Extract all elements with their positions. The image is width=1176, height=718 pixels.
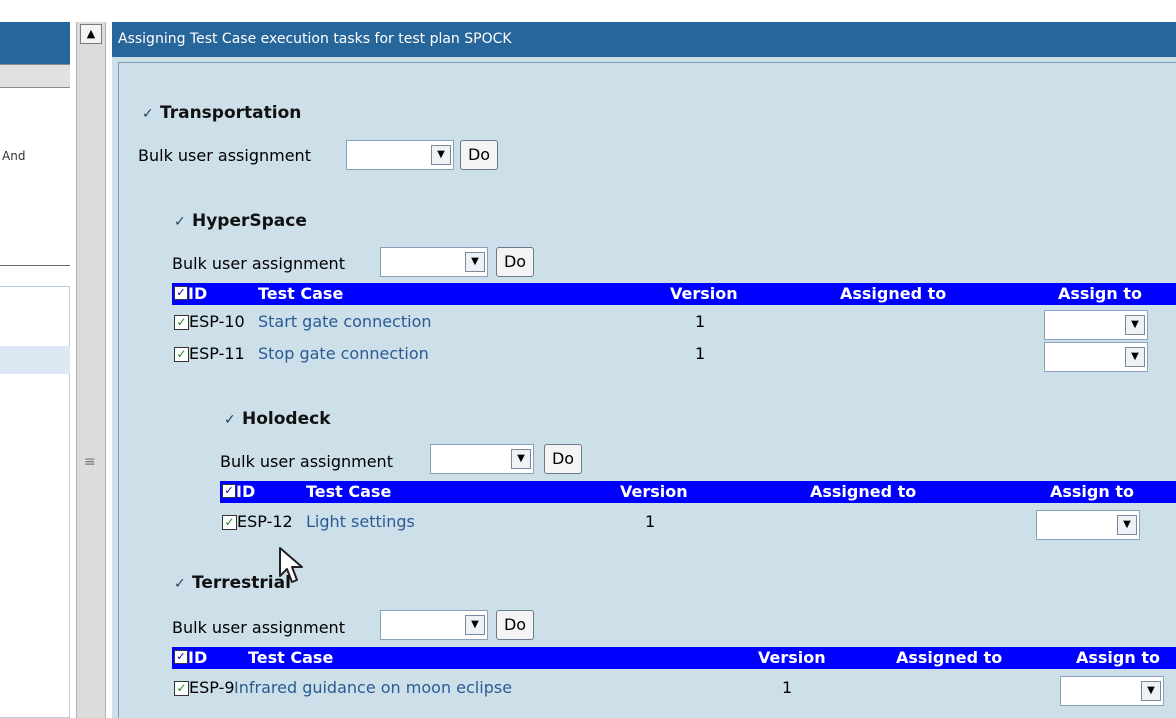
test-case-id: ESP-11	[189, 344, 245, 363]
left-panel-filter-area	[0, 88, 70, 266]
tree-node-terrestrial[interactable]: ✓ Terrestrial	[174, 573, 291, 593]
col-test-case: Test Case	[248, 648, 334, 667]
checkbox-checked-icon[interactable]: ✓	[174, 681, 189, 696]
bulk-assignment-label: Bulk user assignment	[172, 618, 345, 637]
col-version: Version	[620, 482, 688, 501]
chevron-down-icon: ▼	[1125, 347, 1145, 367]
assign-to-select[interactable]: ▼	[1044, 342, 1148, 372]
test-case-id: ESP-9	[189, 678, 235, 697]
test-case-version: 1	[695, 312, 706, 331]
assign-to-select[interactable]: ▼	[1044, 310, 1148, 340]
table-row: ✓ ESP-10 Start gate connection 1 ▼	[172, 308, 1176, 340]
col-assigned-to: Assigned to	[840, 284, 947, 303]
node-title-hyperspace: HyperSpace	[192, 211, 307, 231]
tree-node-icon: ✓	[174, 576, 186, 592]
node-title-terrestrial: Terrestrial	[192, 573, 291, 593]
test-case-version: 1	[695, 344, 706, 363]
do-button-transportation[interactable]: Do	[460, 140, 498, 170]
filter-and-option[interactable]: And	[2, 149, 25, 163]
chevron-down-icon: ▼	[431, 145, 451, 165]
tree-node-transportation[interactable]: ✓ Transportation	[142, 103, 301, 123]
col-id: ID	[236, 482, 256, 501]
col-version: Version	[670, 284, 738, 303]
chevron-down-icon: ▼	[511, 449, 531, 469]
bulk-assignment-label: Bulk user assignment	[138, 146, 311, 165]
test-case-version: 1	[645, 512, 656, 531]
col-version: Version	[758, 648, 826, 667]
chevron-down-icon: ▼	[1117, 515, 1137, 535]
col-test-case: Test Case	[258, 284, 344, 303]
col-assign-to: Assign to	[1050, 482, 1134, 501]
col-test-case: Test Case	[306, 482, 392, 501]
table-row: ✓ ESP-9 Infrared guidance on moon eclips…	[172, 674, 1176, 706]
chevron-down-icon: ▼	[465, 252, 485, 272]
chevron-down-icon: ▼	[1125, 315, 1145, 335]
col-id: ID	[188, 648, 208, 667]
table-header-hyperspace: ✓ ID Test Case Version Assigned to Assig…	[172, 283, 1176, 305]
bulk-user-select-terrestrial[interactable]: ▼	[380, 610, 488, 640]
bulk-user-select-transportation[interactable]: ▼	[346, 140, 454, 170]
test-case-link[interactable]: Infrared guidance on moon eclipse	[234, 678, 512, 697]
tree-node-icon: ✓	[224, 412, 236, 428]
test-case-link[interactable]: Stop gate connection	[258, 344, 429, 363]
tree-node-hyperspace[interactable]: ✓ HyperSpace	[174, 211, 307, 231]
do-button-hyperspace[interactable]: Do	[496, 247, 534, 277]
chevron-down-icon: ▼	[465, 615, 485, 635]
col-id: ID	[188, 284, 208, 303]
test-case-version: 1	[782, 678, 793, 697]
filter-and-label: And	[2, 149, 26, 163]
col-assign-to: Assign to	[1058, 284, 1142, 303]
do-button-holodeck[interactable]: Do	[544, 444, 582, 474]
checkbox-checked-icon[interactable]: ✓	[222, 515, 237, 530]
tree-node-holodeck[interactable]: ✓ Holodeck	[224, 409, 331, 429]
select-all-checkbox[interactable]: ✓	[174, 286, 188, 300]
bulk-assignment-label: Bulk user assignment	[220, 452, 393, 471]
left-panel-header	[0, 22, 70, 64]
tree-node-icon: ✓	[142, 106, 154, 122]
chevron-up-icon: ▲	[86, 27, 96, 40]
checkbox-checked-icon[interactable]: ✓	[174, 347, 189, 362]
test-case-link[interactable]: Light settings	[306, 512, 415, 531]
col-assigned-to: Assigned to	[810, 482, 917, 501]
collapse-panel-button[interactable]: ▲	[80, 24, 102, 44]
test-case-id: ESP-10	[189, 312, 245, 331]
col-assigned-to: Assigned to	[896, 648, 1003, 667]
select-all-checkbox[interactable]: ✓	[222, 484, 236, 498]
do-button-terrestrial[interactable]: Do	[496, 610, 534, 640]
node-title-transportation: Transportation	[160, 103, 302, 123]
table-row: ✓ ESP-11 Stop gate connection 1 ▼	[172, 340, 1176, 372]
splitter-grip-icon[interactable]: ≡	[84, 454, 96, 470]
page-title: Assigning Test Case execution tasks for …	[112, 22, 1176, 57]
left-panel-selected-row[interactable]	[0, 346, 70, 374]
bulk-user-select-hyperspace[interactable]: ▼	[380, 247, 488, 277]
table-row: ✓ ESP-12 Light settings 1 ▼	[220, 508, 1176, 540]
table-header-holodeck: ✓ ID Test Case Version Assigned to Assig…	[220, 481, 1176, 503]
col-assign-to: Assign to	[1076, 648, 1160, 667]
node-title-holodeck: Holodeck	[242, 409, 331, 429]
test-case-id: ESP-12	[237, 512, 293, 531]
left-panel-toolbar	[0, 64, 70, 88]
bulk-assignment-label: Bulk user assignment	[172, 254, 345, 273]
assign-to-select[interactable]: ▼	[1060, 676, 1164, 706]
chevron-down-icon: ▼	[1141, 681, 1161, 701]
mouse-pointer-icon	[279, 547, 303, 583]
panel-splitter[interactable]	[76, 22, 106, 718]
tree-node-icon: ✓	[174, 214, 186, 230]
table-header-terrestrial: ✓ ID Test Case Version Assigned to Assig…	[172, 647, 1176, 669]
assign-to-select[interactable]: ▼	[1036, 510, 1140, 540]
select-all-checkbox[interactable]: ✓	[174, 650, 188, 664]
bulk-user-select-holodeck[interactable]: ▼	[430, 444, 534, 474]
checkbox-checked-icon[interactable]: ✓	[174, 315, 189, 330]
test-case-link[interactable]: Start gate connection	[258, 312, 432, 331]
